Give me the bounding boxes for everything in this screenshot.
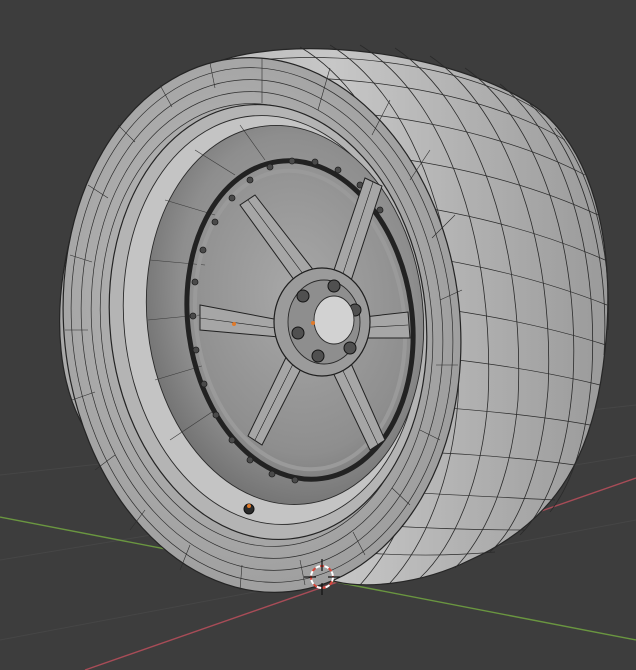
origin-dot-2 [232, 322, 236, 326]
lug-nut-5 [311, 349, 325, 363]
center-cap[interactable] [313, 295, 355, 345]
viewport-canvas[interactable] [0, 0, 636, 670]
wheel-object[interactable] [37, 38, 609, 612]
lug-nut-1 [296, 289, 310, 303]
lug-nut-2 [327, 279, 341, 293]
valve-stem[interactable] [243, 503, 255, 515]
3d-viewport[interactable] [0, 0, 636, 670]
origin-dot [311, 321, 315, 325]
lug-nut-4 [343, 341, 357, 355]
lug-nut-6 [291, 326, 305, 340]
